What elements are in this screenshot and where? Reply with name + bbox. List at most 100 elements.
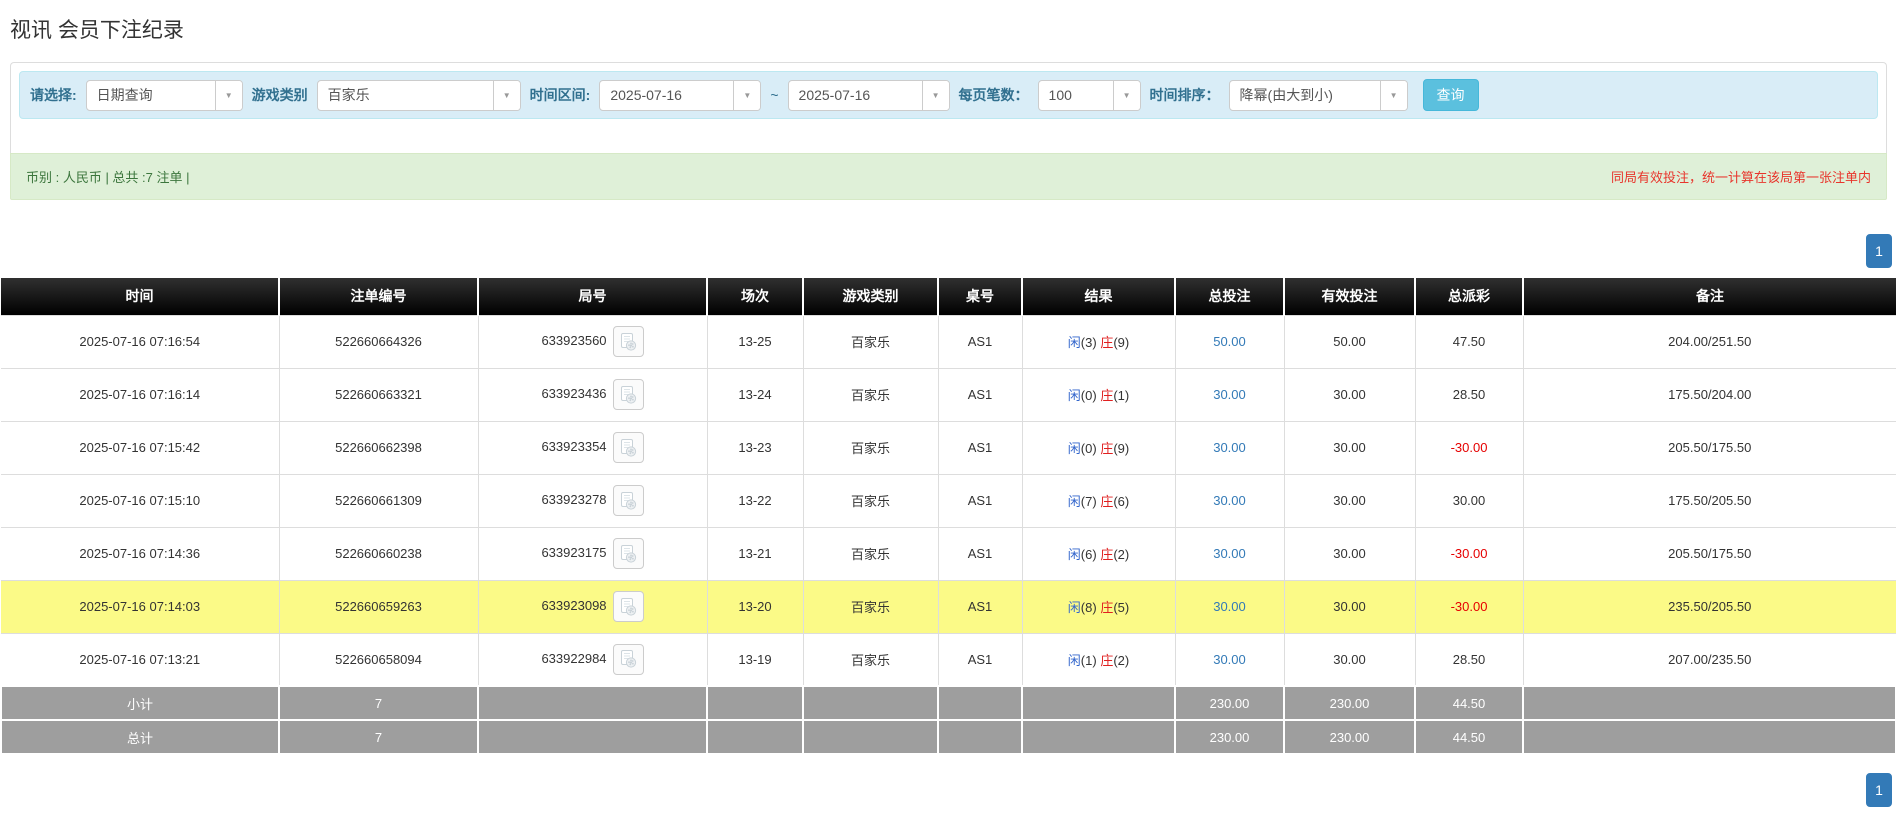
currency-total-text: 币别 : 人民币 | 总共 :7 注单 | xyxy=(26,167,190,186)
game-type-label: 游戏类别 xyxy=(252,85,308,105)
col-header-8: 有效投注 xyxy=(1284,278,1415,315)
film-icon xyxy=(618,438,638,458)
chevron-down-icon[interactable]: ▼ xyxy=(493,81,520,110)
summary-empty-cell xyxy=(803,686,938,720)
time-cell: 2025-07-16 07:15:42 xyxy=(1,421,279,474)
total-bet-link[interactable]: 30.00 xyxy=(1213,546,1246,561)
table-no-cell: AS1 xyxy=(938,315,1022,368)
video-replay-button[interactable] xyxy=(613,379,644,410)
summary-payout-cell: 44.50 xyxy=(1415,686,1523,720)
page-size-input[interactable]: 100 ▼ xyxy=(1038,80,1141,111)
summary-bar: 币别 : 人民币 | 总共 :7 注单 | 同局有效投注，统一计算在该局第一张注… xyxy=(10,153,1887,200)
film-icon xyxy=(618,332,638,352)
round-cell: 633923560 xyxy=(478,315,707,368)
total-bet-link[interactable]: 30.00 xyxy=(1213,599,1246,614)
valid-bet-cell: 30.00 xyxy=(1284,527,1415,580)
sort-order-label: 时间排序： xyxy=(1150,85,1220,105)
remark-cell: 207.00/235.50 xyxy=(1523,633,1896,686)
total-bet-cell: 30.00 xyxy=(1175,474,1284,527)
result-player-label: 闲 xyxy=(1068,653,1081,668)
query-type-label: 请选择: xyxy=(30,85,77,105)
chevron-down-icon[interactable]: ▼ xyxy=(733,81,760,110)
table-no-cell: AS1 xyxy=(938,474,1022,527)
table-row: 2025-07-16 07:15:42522660662398 633923354… xyxy=(1,421,1896,474)
result-cell: 闲(1) 庄(2) xyxy=(1022,633,1175,686)
chevron-down-icon[interactable]: ▼ xyxy=(1380,81,1407,110)
result-banker-score: (2) xyxy=(1113,547,1129,562)
total-bet-cell: 30.00 xyxy=(1175,527,1284,580)
total-bet-cell: 30.00 xyxy=(1175,421,1284,474)
sort-order-select[interactable]: 降幂(由大到小) ▼ xyxy=(1229,80,1408,111)
session-cell: 13-25 xyxy=(707,315,803,368)
valid-bet-cell: 30.00 xyxy=(1284,633,1415,686)
sort-order-value: 降幂(由大到小) xyxy=(1230,81,1380,110)
round-id: 633923278 xyxy=(541,492,606,507)
video-replay-button[interactable] xyxy=(613,644,644,675)
bet-id-cell: 522660664326 xyxy=(279,315,478,368)
round-id: 633922984 xyxy=(541,651,606,666)
video-replay-button[interactable] xyxy=(613,326,644,357)
remark-cell: 175.50/205.50 xyxy=(1523,474,1896,527)
bet-id-cell: 522660663321 xyxy=(279,368,478,421)
round-id: 633923354 xyxy=(541,439,606,454)
chevron-down-icon[interactable]: ▼ xyxy=(1113,81,1140,110)
game-type-cell: 百家乐 xyxy=(803,421,938,474)
table-header-row: 时间注单编号局号场次游戏类别桌号结果总投注有效投注总派彩备注 xyxy=(1,278,1896,315)
valid-bet-cell: 50.00 xyxy=(1284,315,1415,368)
result-player-score: (8) xyxy=(1081,600,1097,615)
game-type-cell: 百家乐 xyxy=(803,368,938,421)
video-replay-button[interactable] xyxy=(613,591,644,622)
total-bet-link[interactable]: 30.00 xyxy=(1213,387,1246,402)
bet-id-cell: 522660662398 xyxy=(279,421,478,474)
table-row: 2025-07-16 07:14:03522660659263633923098… xyxy=(1,580,1896,633)
total-bet-link[interactable]: 30.00 xyxy=(1213,652,1246,667)
table-row: 2025-07-16 07:16:54522660664326633923560… xyxy=(1,315,1896,368)
result-player-label: 闲 xyxy=(1068,441,1081,456)
session-cell: 13-20 xyxy=(707,580,803,633)
result-cell: 闲(6) 庄(2) xyxy=(1022,527,1175,580)
session-cell: 13-22 xyxy=(707,474,803,527)
result-player-score: (0) xyxy=(1081,388,1097,403)
result-cell: 闲(7) 庄(6) xyxy=(1022,474,1175,527)
game-type-cell: 百家乐 xyxy=(803,580,938,633)
summary-empty-cell xyxy=(938,720,1022,754)
summary-empty-cell xyxy=(478,720,707,754)
date-to-input[interactable]: 2025-07-16 ▼ xyxy=(788,80,950,111)
filter-panel: 请选择: 日期查询 ▼ 游戏类别 百家乐 ▼ 时间区间: 2025-07-16 … xyxy=(10,62,1887,153)
game-type-cell: 百家乐 xyxy=(803,633,938,686)
film-icon xyxy=(618,491,638,511)
summary-count-cell: 7 xyxy=(279,720,478,754)
summary-empty-cell xyxy=(1022,720,1175,754)
query-type-select[interactable]: 日期查询 ▼ xyxy=(86,80,243,111)
round-cell: 633923098 xyxy=(478,580,707,633)
time-cell: 2025-07-16 07:16:14 xyxy=(1,368,279,421)
page-button-1[interactable]: 1 xyxy=(1866,234,1892,268)
col-header-2: 局号 xyxy=(478,278,707,315)
remark-cell: 205.50/175.50 xyxy=(1523,421,1896,474)
game-type-select[interactable]: 百家乐 ▼ xyxy=(317,80,521,111)
col-header-5: 桌号 xyxy=(938,278,1022,315)
search-button[interactable]: 查询 xyxy=(1423,79,1479,111)
round-id: 633923436 xyxy=(541,386,606,401)
summary-empty-cell xyxy=(1022,686,1175,720)
bet-id-cell: 522660658094 xyxy=(279,633,478,686)
total-bet-link[interactable]: 30.00 xyxy=(1213,493,1246,508)
time-cell: 2025-07-16 07:14:36 xyxy=(1,527,279,580)
session-cell: 13-23 xyxy=(707,421,803,474)
range-separator: ~ xyxy=(770,87,778,103)
date-from-input[interactable]: 2025-07-16 ▼ xyxy=(599,80,761,111)
video-replay-button[interactable] xyxy=(613,432,644,463)
total-bet-link[interactable]: 50.00 xyxy=(1213,334,1246,349)
page-button-1[interactable]: 1 xyxy=(1866,773,1892,807)
chevron-down-icon[interactable]: ▼ xyxy=(215,81,242,110)
filter-bar: 请选择: 日期查询 ▼ 游戏类别 百家乐 ▼ 时间区间: 2025-07-16 … xyxy=(19,71,1878,119)
round-id: 633923098 xyxy=(541,598,606,613)
video-replay-button[interactable] xyxy=(613,485,644,516)
payout-cell: 30.00 xyxy=(1415,474,1523,527)
total-bet-link[interactable]: 30.00 xyxy=(1213,440,1246,455)
chevron-down-icon[interactable]: ▼ xyxy=(922,81,949,110)
col-header-9: 总派彩 xyxy=(1415,278,1523,315)
summary-label-cell: 总计 xyxy=(1,720,279,754)
round-cell: 633923175 xyxy=(478,527,707,580)
video-replay-button[interactable] xyxy=(613,538,644,569)
